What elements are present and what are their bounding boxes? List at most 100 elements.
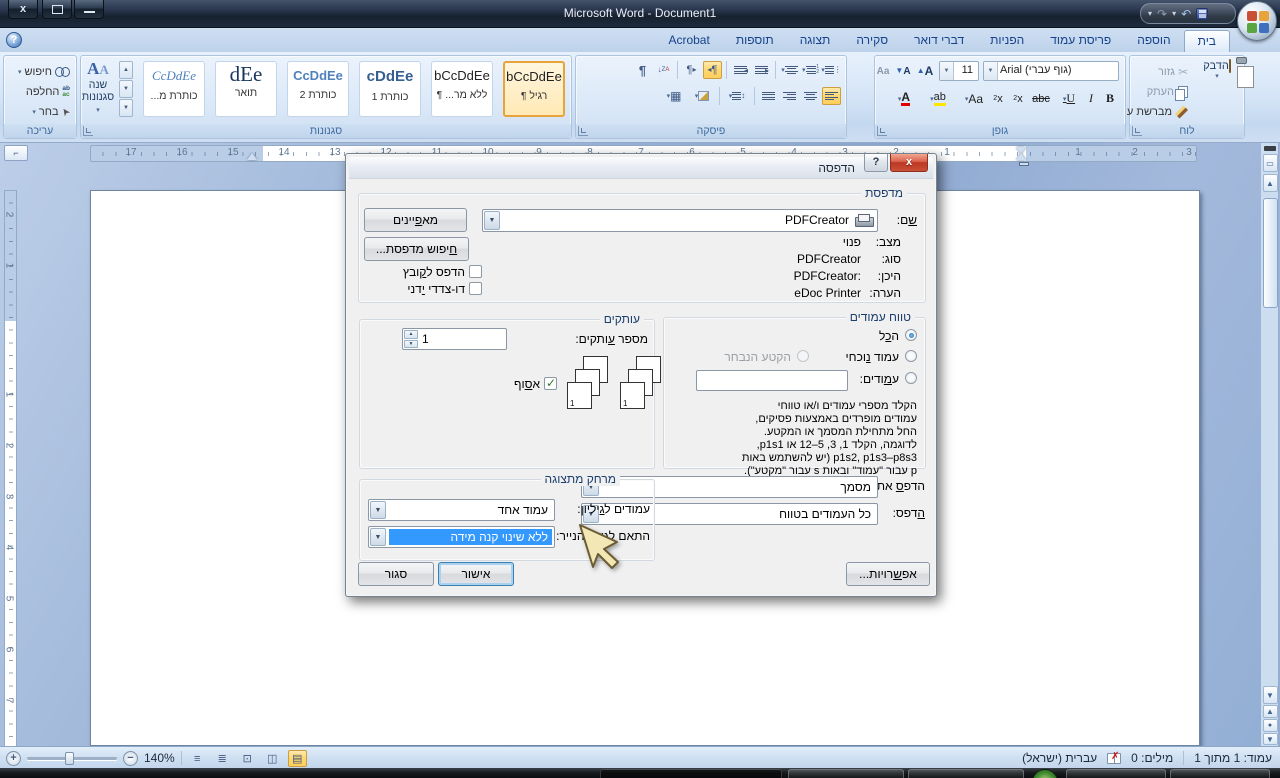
scale-to-paper-combo[interactable]: ללא שינוי קנה מידה ▼ <box>368 526 555 548</box>
taskbar-button[interactable] <box>1066 769 1166 778</box>
replace-button[interactable]: ab ac החלפה <box>26 82 70 101</box>
find-button[interactable]: חיפוש ▾ <box>18 62 70 81</box>
font-size-dropdown-icon[interactable]: ▼ <box>940 62 954 80</box>
status-page-count[interactable]: עמוד: 1 מתוך 1 <box>1194 751 1272 765</box>
tab-review[interactable]: סקירה <box>843 30 901 52</box>
find-printer-button[interactable]: חיפוש מדפסת... <box>364 237 469 261</box>
manual-duplex-checkbox[interactable] <box>469 282 482 295</box>
find-dropdown-icon[interactable]: ▾ <box>18 68 22 76</box>
taskbar-button[interactable] <box>1170 769 1270 778</box>
split-handle[interactable] <box>1264 146 1276 151</box>
styles-dialog-launcher-icon[interactable] <box>83 126 93 136</box>
options-button[interactable]: אפשרויות... <box>846 562 930 586</box>
paste-button[interactable]: הדבק ▾ <box>1194 59 1240 124</box>
font-dialog-launcher-icon[interactable] <box>877 126 887 136</box>
align-left-button[interactable] <box>780 87 799 105</box>
rtl-direction-button[interactable]: ¶ ◂ <box>703 61 722 79</box>
style-heading1[interactable]: cDdEe כותרת 1 <box>359 61 421 117</box>
print-to-file-checkbox[interactable] <box>469 265 482 278</box>
help-icon[interactable]: ? <box>6 32 22 48</box>
font-name-dropdown-icon[interactable]: ▼ <box>984 62 998 80</box>
tab-references[interactable]: הפניות <box>977 30 1037 52</box>
styles-scroll-up-icon[interactable]: ▲ <box>119 61 133 79</box>
select-dropdown-icon[interactable]: ▾ <box>32 108 36 116</box>
shading-button[interactable]: ▾ <box>689 87 715 105</box>
justify-button[interactable] <box>759 87 778 105</box>
ltr-direction-button[interactable]: ▸ ¶ <box>682 61 701 79</box>
view-ruler-toggle-icon[interactable]: ▭ <box>1262 154 1278 172</box>
office-button[interactable] <box>1237 1 1277 41</box>
view-draft-icon[interactable]: ≡ <box>188 750 207 767</box>
collate-checkbox[interactable] <box>544 376 557 390</box>
range-all-radio[interactable] <box>905 329 917 341</box>
pages-per-sheet-dropdown-icon[interactable]: ▼ <box>370 501 386 519</box>
tab-insert[interactable]: הוספה <box>1124 30 1183 52</box>
copy-button[interactable]: העתק <box>1147 82 1188 102</box>
grow-font-button[interactable]: A ▲ <box>915 61 935 81</box>
highlight-button[interactable]: ab ▾ <box>923 88 953 109</box>
style-subtitle[interactable]: CcDdEe כותרת מ... <box>143 61 205 117</box>
change-case-dropdown-icon[interactable]: ▾ <box>965 95 969 103</box>
bold-button[interactable]: B <box>1101 88 1119 109</box>
pages-per-sheet-combo[interactable]: עמוד אחד ▼ <box>368 499 555 521</box>
highlight-dropdown-icon[interactable]: ▾ <box>930 95 934 103</box>
print-dialog-titlebar[interactable]: הדפסה <box>349 157 933 179</box>
line-spacing-button[interactable]: ↕ ▾ <box>724 87 750 105</box>
superscript-button[interactable]: x2 <box>989 88 1007 109</box>
scrollbar-thumb[interactable] <box>1262 198 1278 308</box>
scroll-up-icon[interactable]: ▲ <box>1262 174 1278 192</box>
previous-page-icon[interactable]: ▲ <box>1262 705 1278 718</box>
left-margin-indent-icon[interactable] <box>247 153 257 160</box>
tab-mailings[interactable]: דברי דואר <box>901 30 977 52</box>
styles-gallery-more-icon[interactable]: ▼ <box>119 99 133 117</box>
range-current-radio[interactable] <box>905 350 917 362</box>
show-paragraph-marks-button[interactable]: ¶ <box>633 61 652 79</box>
clear-formatting-button[interactable]: Aa <box>873 61 893 81</box>
zoom-out-icon[interactable]: − <box>123 750 138 766</box>
zoom-in-icon[interactable]: + <box>6 750 21 766</box>
dialog-help-button[interactable]: ? <box>864 154 888 172</box>
view-print-layout-icon[interactable]: ▤ <box>287 749 307 767</box>
bullets-button[interactable]: ⋮ ▾ <box>821 61 842 79</box>
multilevel-list-button[interactable]: ▾ <box>780 61 799 79</box>
undo-dropdown-icon[interactable]: ▾ <box>1172 9 1176 18</box>
zoom-slider-thumb[interactable] <box>65 751 74 765</box>
vertical-scrollbar[interactable]: ▭ ▲ ▼ ▲ ● ▼ <box>1261 143 1279 746</box>
save-icon[interactable] <box>1196 7 1209 20</box>
paste-dropdown-icon[interactable]: ▾ <box>1194 72 1240 80</box>
borders-button[interactable]: ▦ ▾ <box>661 87 687 105</box>
status-language[interactable]: עברית (ישראל) <box>1022 751 1097 765</box>
paragraph-dialog-launcher-icon[interactable] <box>578 126 588 136</box>
redo-icon[interactable]: ↷ <box>1157 8 1167 20</box>
view-web-layout-icon[interactable]: ⊡ <box>238 750 257 767</box>
shrink-font-button[interactable]: A ▼ <box>893 61 913 81</box>
font-size-combo[interactable]: 11 ▼ <box>939 61 979 81</box>
zoom-slider[interactable] <box>27 751 117 765</box>
printer-name-combo[interactable]: PDFCreator ▼ <box>482 209 878 232</box>
copies-count-spinner[interactable]: ▲ ▼ 1 <box>402 328 507 350</box>
printer-name-dropdown-icon[interactable]: ▼ <box>484 211 500 230</box>
clipboard-dialog-launcher-icon[interactable] <box>1132 126 1142 136</box>
scale-to-paper-dropdown-icon[interactable]: ▼ <box>370 528 386 546</box>
style-title[interactable]: dEe תואר <box>215 61 277 117</box>
align-right-button[interactable] <box>822 87 841 105</box>
increase-indent-button[interactable]: ◂ <box>731 61 750 79</box>
taskbar-button[interactable] <box>788 769 904 778</box>
strikethrough-button[interactable]: abc <box>1029 88 1053 109</box>
spinner-arrows-icon[interactable]: ▲ ▼ <box>404 330 418 348</box>
printer-properties-button[interactable]: מאפיינים <box>364 208 467 232</box>
view-outline-icon[interactable]: ≣ <box>213 750 232 767</box>
taskbar-button[interactable] <box>908 769 1024 778</box>
change-case-button[interactable]: Aa ▾ <box>961 88 987 109</box>
cut-button[interactable]: ✂ גזור <box>1158 62 1188 82</box>
tab-acrobat[interactable]: Acrobat <box>655 30 722 52</box>
close-button[interactable]: סגור <box>358 562 434 586</box>
font-color-dropdown-icon[interactable]: ▾ <box>898 95 902 103</box>
subscript-button[interactable]: x2 <box>1009 88 1027 109</box>
qat-customize-icon[interactable]: ▾ <box>1148 9 1152 18</box>
proofing-status-icon[interactable] <box>1107 751 1122 764</box>
tab-page-layout[interactable]: פריסת עמוד <box>1037 30 1124 52</box>
decrease-indent-button[interactable]: ▸ <box>752 61 771 79</box>
font-color-button[interactable]: A ▾ <box>889 88 919 109</box>
underline-dropdown-icon[interactable]: ▾ <box>1063 95 1067 103</box>
